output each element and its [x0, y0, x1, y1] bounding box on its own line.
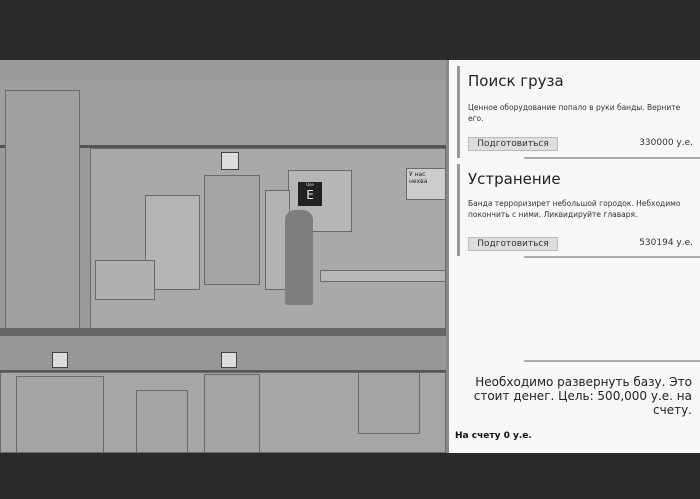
game-scene[interactable]: Use E У нас нехва [0, 60, 446, 453]
crate [95, 260, 155, 300]
desk [320, 270, 446, 282]
lower-board [358, 372, 420, 434]
lower-door [204, 374, 260, 453]
balance-label: На счету 0 у.е. [455, 431, 532, 441]
prepare-button[interactable]: Подготовиться [468, 237, 558, 251]
goal-message: Необходимо развернуть базу. Это стоит де… [473, 375, 692, 417]
elevator [16, 376, 104, 453]
mission-title: Устранение [468, 170, 561, 188]
mission-description: Банда терроризирет небольшой городок. Не… [468, 199, 681, 219]
prepare-button[interactable]: Подготовиться [468, 137, 558, 151]
divider [524, 360, 700, 362]
door [204, 175, 260, 285]
note-sign: У нас нехва [406, 168, 446, 200]
interact-key-hint: Use E [298, 182, 322, 206]
divider [524, 256, 700, 258]
mission-card: Устранение Банда терроризирет небольшой … [457, 164, 695, 256]
left-pillar [5, 90, 80, 330]
mission-reward: 530194 у.е. [639, 238, 693, 248]
stairs-up-sign-lower [221, 352, 237, 368]
key-letter: E [306, 188, 314, 202]
mission-reward: 330000 у.е. [639, 138, 693, 148]
mission-description: Ценное оборудование попало в руки банды.… [468, 103, 681, 123]
stairs-down-sign [52, 352, 68, 368]
mission-card: Поиск груза Ценное оборудование попало в… [457, 66, 695, 158]
player-character [285, 210, 313, 305]
mission-title: Поиск груза [468, 72, 564, 90]
upper-floor [0, 328, 446, 336]
stairs-up-sign [221, 152, 239, 170]
lower-lockers [136, 390, 188, 453]
divider [524, 157, 700, 159]
missions-panel: Поиск груза Ценное оборудование попало в… [446, 60, 700, 453]
